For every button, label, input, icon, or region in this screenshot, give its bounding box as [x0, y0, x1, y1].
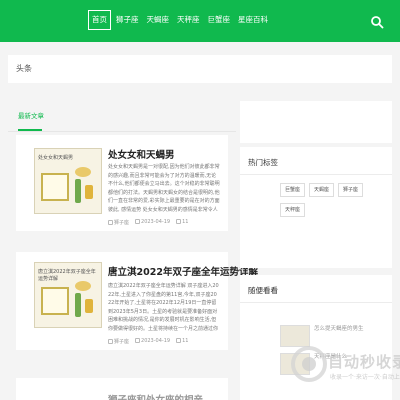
- post-title[interactable]: 处女女和天蝎男: [108, 147, 175, 161]
- post-author[interactable]: 狮子座: [108, 219, 129, 226]
- post-date: 2023-04-19: [135, 219, 170, 226]
- random-post-item[interactable]: 怎么提天蝎座的男生: [280, 325, 384, 347]
- nav-item-home[interactable]: 首页: [88, 10, 111, 30]
- post-date-value: 2023-04-19: [141, 338, 171, 344]
- thumbnail-illustration: [41, 287, 69, 315]
- thumbnail-decoration: [85, 185, 93, 199]
- post-thumbnail[interactable]: 唐立淇2022年双子座全年运势详解: [34, 262, 102, 328]
- thumbnail-decoration: [75, 179, 81, 203]
- user-icon: [108, 220, 113, 225]
- widget-divider: [240, 174, 392, 175]
- tag-cancer[interactable]: 巨蟹座: [280, 183, 306, 197]
- hot-tags-widget: 热门标签 巨蟹座 天蝎座 狮子座 天秤座: [240, 147, 392, 268]
- post-date-value: 2023-04-19: [141, 219, 171, 225]
- tag-scorpio[interactable]: 天蝎座: [309, 183, 335, 197]
- post-card: 处女女和天蝎男 处女女和天蝎男 处女女和天蝎男是一对很配,因为他们对彼此都非常的…: [16, 135, 228, 231]
- random-post-item[interactable]: 天秤座是什么: [280, 353, 384, 375]
- post-card: 唐立淇2022年双子座全年运势详解 唐立淇2022年双子座全年运势详解 唐立淇2…: [16, 252, 258, 350]
- tag-libra[interactable]: 天秤座: [280, 203, 306, 217]
- sidebar-widget-blank: [240, 101, 392, 143]
- post-author-name: 狮子座: [114, 339, 130, 345]
- search-icon[interactable]: [370, 14, 384, 29]
- random-post-thumbnail: [280, 325, 310, 347]
- hot-tags-title: 热门标签: [248, 158, 278, 167]
- main-nav: 首页 狮子座 天蝎座 天秤座 巨蟹座 星座百科: [88, 10, 273, 30]
- random-post-thumbnail: [280, 353, 310, 375]
- section-title-underline: [18, 129, 42, 131]
- clock-icon: [135, 338, 141, 343]
- top-navbar: 首页 狮子座 天蝎座 天秤座 巨蟹座 星座百科: [0, 0, 400, 42]
- thumbnail-decoration: [75, 281, 91, 291]
- tag-list: 巨蟹座 天蝎座 狮子座 天秤座: [280, 183, 388, 217]
- nav-item-scorpio[interactable]: 天蝎座: [144, 10, 173, 30]
- section-header: 最新文章: [8, 100, 236, 132]
- random-post-title: 天秤座是什么: [314, 354, 348, 360]
- thumbnail-decoration: [75, 293, 81, 317]
- nav-item-libra[interactable]: 天秤座: [174, 10, 203, 30]
- post-views-value: 11: [182, 338, 189, 344]
- headline-label: 头条: [16, 64, 32, 73]
- post-thumbnail[interactable]: 处女女和天蝎男: [34, 148, 102, 214]
- post-meta: 狮子座 2023-04-19 11: [108, 338, 188, 345]
- thumbnail-caption: 处女女和天蝎男: [38, 155, 74, 161]
- post-views: 11: [176, 219, 188, 226]
- clock-icon: [135, 219, 141, 224]
- random-post-title: 怎么提天蝎座的男生: [314, 326, 364, 332]
- post-card: 狮子座和处女座的相亲: [16, 378, 228, 400]
- thumbnail-decoration: [85, 299, 93, 313]
- user-icon: [108, 339, 113, 344]
- nav-item-encyclopedia[interactable]: 星座百科: [235, 10, 271, 30]
- post-author-name: 狮子座: [114, 220, 130, 226]
- eye-icon: [176, 338, 182, 343]
- post-views: 11: [176, 338, 188, 345]
- post-date: 2023-04-19: [135, 338, 170, 345]
- nav-item-leo[interactable]: 狮子座: [113, 10, 142, 30]
- post-excerpt: 处女女和天蝎男是一对很配,因为他们对彼此都非常的感兴趣,而且非常可能会为了对方的…: [108, 164, 220, 213]
- widget-divider: [240, 302, 392, 303]
- post-views-value: 11: [182, 219, 189, 225]
- thumbnail-illustration: [41, 173, 69, 201]
- eye-icon: [176, 219, 182, 224]
- tag-leo[interactable]: 狮子座: [338, 183, 364, 197]
- post-author[interactable]: 狮子座: [108, 338, 129, 345]
- random-title: 随便看看: [248, 286, 278, 295]
- random-posts-widget: 随便看看 怎么提天蝎座的男生 天秤座是什么: [240, 275, 392, 400]
- post-meta: 狮子座 2023-04-19 11: [108, 219, 188, 226]
- headline-bar: 头条: [8, 55, 392, 83]
- section-title[interactable]: 最新文章: [18, 110, 44, 120]
- thumbnail-caption: 唐立淇2022年双子座全年运势详解: [38, 269, 96, 282]
- post-excerpt: 唐立淇2022年双子座全年运势详解 双子座进入2022年,土星进入了你星盘的第1…: [108, 283, 219, 332]
- latest-posts-section: 最新文章 处女女和天蝎男 处女女和天蝎男 处女女和天蝎男是一对很配,因为他们对彼…: [8, 100, 258, 400]
- nav-item-cancer[interactable]: 巨蟹座: [205, 10, 234, 30]
- thumbnail-decoration: [75, 167, 91, 177]
- post-title[interactable]: 唐立淇2022年双子座全年运势详解: [108, 264, 258, 278]
- post-title[interactable]: 狮子座和处女座的相亲: [108, 392, 203, 400]
